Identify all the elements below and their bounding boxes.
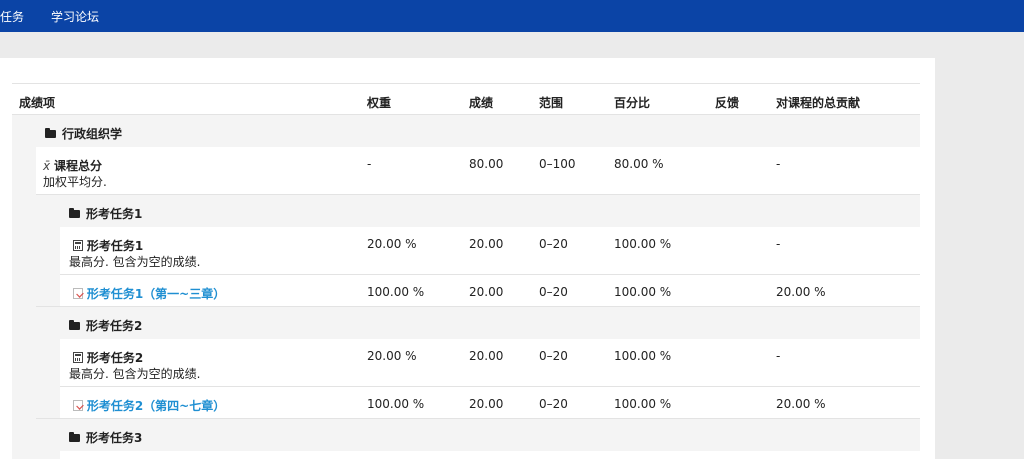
header-top-divider [12, 83, 920, 84]
row-divider [60, 274, 920, 275]
cell-range: 0–100 [539, 157, 576, 171]
category-row: 形考任务3 [69, 429, 142, 446]
indent-band-level1 [12, 147, 36, 459]
category-total-row: 形考任务2 [73, 349, 143, 366]
quiz-icon [73, 400, 83, 411]
nav-item-tasks[interactable]: 任务 [0, 8, 24, 25]
folder-icon [45, 127, 56, 138]
row-divider [36, 194, 920, 195]
category-name: 行政组织学 [62, 127, 123, 141]
quiz-link[interactable]: 形考任务2（第四~七章） [87, 399, 225, 413]
category-band-task3 [36, 419, 920, 451]
category-total-desc: 最高分. 包含为空的成绩. [69, 367, 201, 381]
col-header-item: 成绩项 [19, 96, 56, 110]
folder-icon [69, 207, 80, 218]
col-header-range: 范围 [539, 96, 564, 110]
course-total-name: 课程总分 [53, 159, 102, 173]
category-band-task2 [36, 307, 920, 339]
category-total-name: 形考任务1 [86, 239, 144, 253]
cell-percent: 80.00 % [614, 157, 664, 171]
col-header-contribution: 对课程的总贡献 [776, 96, 861, 110]
formula-icon: x̄ [43, 159, 51, 173]
cell-range: 0–20 [539, 237, 568, 251]
cell-contribution: - [776, 349, 781, 363]
category-total-row: 形考任务1 [73, 237, 143, 254]
cell-grade: 20.00 [469, 349, 504, 363]
cell-grade: 80.00 [469, 157, 504, 171]
col-header-percent: 百分比 [614, 96, 651, 110]
row-divider [36, 306, 920, 307]
quiz-link[interactable]: 形考任务1（第一~三章） [87, 287, 225, 301]
row-divider [36, 418, 920, 419]
category-name: 形考任务1 [86, 207, 143, 221]
indent-band-task2 [36, 339, 60, 419]
folder-icon [69, 431, 80, 442]
category-band-task1 [36, 195, 920, 227]
quiz-icon [73, 288, 83, 299]
cell-percent: 100.00 % [614, 349, 672, 363]
cell-range: 0–20 [539, 285, 568, 299]
course-total-row: x̄ 课程总分 [43, 157, 102, 174]
category-row: 形考任务1 [69, 205, 142, 222]
cell-grade: 20.00 [469, 237, 504, 251]
indent-band-task3 [36, 451, 60, 459]
cell-weight: 100.00 % [367, 397, 425, 411]
category-total-name: 形考任务2 [86, 351, 144, 365]
quiz-row: 形考任务1（第一~三章） [73, 285, 225, 302]
col-header-grade: 成绩 [469, 96, 494, 110]
cell-percent: 100.00 % [614, 237, 672, 251]
nav-item-forum[interactable]: 学习论坛 [51, 8, 99, 25]
category-row: 行政组织学 [45, 125, 122, 142]
cell-contribution: 20.00 % [776, 285, 826, 299]
cell-weight: - [367, 157, 372, 171]
folder-icon [69, 319, 80, 330]
category-name: 形考任务2 [86, 319, 143, 333]
indent-band-task1 [36, 227, 60, 307]
category-row: 形考任务2 [69, 317, 142, 334]
cell-weight: 20.00 % [367, 237, 417, 251]
category-band-root [12, 115, 920, 147]
cell-contribution: - [776, 237, 781, 251]
cell-weight: 100.00 % [367, 285, 425, 299]
cell-percent: 100.00 % [614, 285, 672, 299]
cell-weight: 20.00 % [367, 349, 417, 363]
top-nav-bar: 任务 学习论坛 [0, 0, 1024, 32]
cell-contribution: - [776, 157, 781, 171]
course-total-desc: 加权平均分. [43, 175, 107, 189]
category-name: 形考任务3 [86, 431, 143, 445]
col-header-weight: 权重 [367, 96, 392, 110]
calculator-icon [73, 352, 83, 363]
cell-grade: 20.00 [469, 397, 504, 411]
calculator-icon [73, 240, 83, 251]
row-divider [60, 386, 920, 387]
quiz-row: 形考任务2（第四~七章） [73, 397, 225, 414]
cell-contribution: 20.00 % [776, 397, 826, 411]
cell-grade: 20.00 [469, 285, 504, 299]
cell-percent: 100.00 % [614, 397, 672, 411]
category-total-desc: 最高分. 包含为空的成绩. [69, 255, 201, 269]
cell-range: 0–20 [539, 349, 568, 363]
cell-range: 0–20 [539, 397, 568, 411]
col-header-feedback: 反馈 [715, 96, 740, 110]
